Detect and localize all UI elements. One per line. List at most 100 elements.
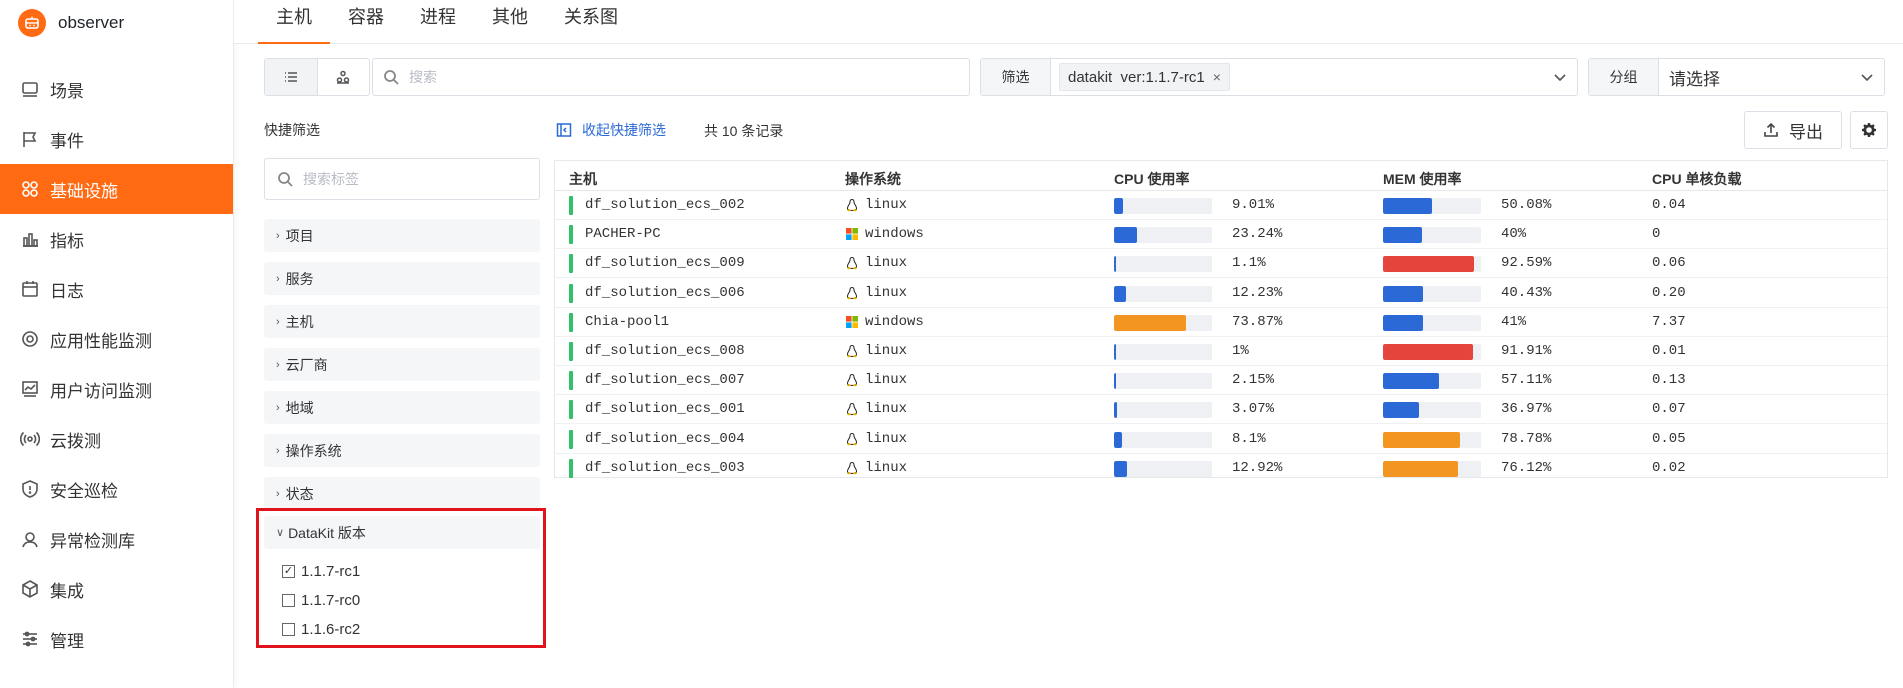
filter-tag[interactable]: datakit ver:1.1.7-rc1 × bbox=[1059, 63, 1230, 91]
mem-usage-bar bbox=[1383, 402, 1481, 419]
quick-filter-group-os[interactable]: › 操作系统 bbox=[264, 434, 540, 467]
datakit-option-label: 1.1.7-rc1 bbox=[301, 563, 361, 580]
filter-box[interactable]: 筛选 datakit ver:1.1.7-rc1 × bbox=[980, 58, 1578, 96]
host-name[interactable]: PACHER-PC bbox=[585, 226, 661, 242]
sidebar-item-manage[interactable]: 管理 bbox=[0, 614, 233, 664]
sidebar-item-infrastructure[interactable]: 基础设施 bbox=[0, 164, 233, 214]
tab-host[interactable]: 主机 bbox=[258, 0, 330, 44]
status-indicator bbox=[569, 342, 573, 361]
chevron-right-icon: › bbox=[276, 229, 280, 242]
host-name[interactable]: df_solution_ecs_008 bbox=[585, 343, 745, 359]
checkbox-checked-icon[interactable]: ✓ bbox=[282, 565, 295, 578]
table-row[interactable]: df_solution_ecs_009 linux 1.1% 92.59% 0.06 bbox=[555, 249, 1887, 279]
host-name[interactable]: df_solution_ecs_001 bbox=[585, 401, 745, 417]
observer-logo-icon bbox=[18, 9, 46, 37]
column-header-mem[interactable]: MEM 使用率 bbox=[1383, 169, 1462, 189]
sidebar-item-rum[interactable]: 用户访问监测 bbox=[0, 364, 233, 414]
cpu-usage-value: 8.1% bbox=[1232, 430, 1266, 447]
cpu-usage-bar bbox=[1114, 373, 1212, 390]
infrastructure-icon bbox=[20, 179, 40, 199]
linux-icon bbox=[845, 256, 859, 270]
os-cell: windows bbox=[845, 226, 924, 242]
list-view-button[interactable] bbox=[265, 59, 317, 95]
host-table: 主机 操作系统 CPU 使用率 MEM 使用率 CPU 单核负载 df_solu… bbox=[554, 160, 1888, 478]
sidebar-item-events[interactable]: 事件 bbox=[0, 114, 233, 164]
chevron-down-icon[interactable] bbox=[1553, 70, 1567, 84]
column-header-os[interactable]: 操作系统 bbox=[845, 169, 901, 189]
table-row[interactable]: df_solution_ecs_003 linux 12.92% 76.12% 0.02 bbox=[555, 454, 1887, 483]
sidebar-item-label: 用户访问监测 bbox=[50, 381, 152, 401]
remove-tag-icon[interactable]: × bbox=[1213, 69, 1221, 85]
sidebar-item-anomaly[interactable]: 异常检测库 bbox=[0, 514, 233, 564]
datakit-option[interactable]: ✓ 1.1.7-rc1 bbox=[282, 563, 360, 580]
quick-filter-group-label: DataKit 版本 bbox=[288, 524, 366, 541]
sidebar-item-dialtest[interactable]: 云拨测 bbox=[0, 414, 233, 464]
host-name[interactable]: df_solution_ecs_006 bbox=[585, 285, 745, 301]
chevron-right-icon: › bbox=[276, 272, 280, 285]
table-row[interactable]: Chia-pool1 windows 73.87% 41% 7.37 bbox=[555, 308, 1887, 337]
column-header-cpu[interactable]: CPU 使用率 bbox=[1114, 169, 1189, 189]
collapse-quick-filter-link[interactable]: 收起快捷筛选 bbox=[556, 120, 666, 140]
datakit-option[interactable]: 1.1.7-rc0 bbox=[282, 592, 360, 609]
mem-usage-bar bbox=[1383, 198, 1481, 214]
brand[interactable]: observer bbox=[0, 0, 233, 46]
mem-usage-value: 36.97% bbox=[1501, 401, 1552, 418]
table-row[interactable]: df_solution_ecs_008 linux 1% 91.91% 0.01 bbox=[555, 337, 1887, 366]
table-row[interactable]: df_solution_ecs_004 linux 8.1% 78.78% 0.05 bbox=[555, 425, 1887, 454]
host-name[interactable]: df_solution_ecs_009 bbox=[585, 255, 745, 271]
host-name[interactable]: df_solution_ecs_003 bbox=[585, 460, 745, 476]
os-name: windows bbox=[865, 313, 924, 330]
status-indicator bbox=[569, 371, 573, 391]
search-input[interactable] bbox=[409, 69, 969, 85]
sidebar-item-apm[interactable]: 应用性能监测 bbox=[0, 314, 233, 364]
datakit-option-label: 1.1.7-rc0 bbox=[301, 592, 361, 609]
table-row[interactable]: PACHER-PC windows 23.24% 40% 0 bbox=[555, 220, 1887, 250]
tag-search-input[interactable] bbox=[303, 171, 539, 187]
os-name: linux bbox=[865, 459, 908, 476]
cpu-usage-fill bbox=[1114, 373, 1117, 390]
table-row[interactable]: df_solution_ecs_007 linux 2.15% 57.11% 0.13 bbox=[555, 366, 1887, 396]
datakit-option[interactable]: 1.1.6-rc2 bbox=[282, 621, 360, 638]
checkbox-icon[interactable] bbox=[282, 594, 295, 607]
tab-process[interactable]: 进程 bbox=[402, 0, 474, 44]
host-name[interactable]: df_solution_ecs_004 bbox=[585, 431, 745, 447]
table-row[interactable]: df_solution_ecs_001 linux 3.07% 36.97% 0.07 bbox=[555, 395, 1887, 425]
quick-filter-group-region[interactable]: › 地域 bbox=[264, 391, 540, 424]
honeycomb-view-button[interactable] bbox=[316, 59, 370, 95]
cpu-load-value: 0 bbox=[1652, 226, 1661, 243]
mem-usage-fill bbox=[1383, 227, 1423, 244]
quick-filter-title: 快捷筛选 bbox=[264, 122, 320, 138]
sliders-icon bbox=[20, 629, 40, 649]
group-select[interactable]: 分组 请选择 bbox=[1588, 58, 1885, 96]
honeycomb-icon bbox=[337, 70, 350, 84]
host-name[interactable]: df_solution_ecs_007 bbox=[585, 372, 745, 388]
quick-filter-group-status[interactable]: › 状态 bbox=[264, 477, 540, 510]
cpu-usage-value: 3.07% bbox=[1232, 401, 1275, 418]
sidebar-item-metrics[interactable]: 指标 bbox=[0, 214, 233, 264]
tab-container[interactable]: 容器 bbox=[330, 0, 402, 44]
quick-filter-group-cloud[interactable]: › 云厂商 bbox=[264, 348, 540, 381]
table-row[interactable]: df_solution_ecs_006 linux 12.23% 40.43% 0.20 bbox=[555, 279, 1887, 308]
cpu-usage-bar bbox=[1114, 256, 1212, 273]
tab-topology[interactable]: 关系图 bbox=[546, 0, 636, 44]
column-header-load[interactable]: CPU 单核负载 bbox=[1652, 169, 1741, 189]
mem-usage-bar bbox=[1383, 227, 1481, 244]
sidebar-item-integration[interactable]: 集成 bbox=[0, 564, 233, 614]
host-name[interactable]: Chia-pool1 bbox=[585, 314, 669, 330]
quick-filter-group-datakit[interactable]: ∨ DataKit 版本 bbox=[264, 516, 540, 549]
quick-filter-group-project[interactable]: › 项目 bbox=[264, 219, 540, 252]
export-button[interactable]: 导出 bbox=[1744, 111, 1842, 149]
sidebar-item-scene[interactable]: 场景 bbox=[0, 64, 233, 114]
sidebar-item-security[interactable]: 安全巡检 bbox=[0, 464, 233, 514]
chevron-down-icon bbox=[1860, 70, 1874, 84]
column-header-host[interactable]: 主机 bbox=[569, 169, 597, 189]
checkbox-icon[interactable] bbox=[282, 623, 295, 636]
sidebar-item-logs[interactable]: 日志 bbox=[0, 264, 233, 314]
quick-filter-group-service[interactable]: › 服务 bbox=[264, 262, 540, 295]
cpu-usage-bar bbox=[1114, 285, 1212, 302]
table-row[interactable]: df_solution_ecs_002 linux 9.01% 50.08% 0.04 bbox=[555, 191, 1887, 220]
host-name[interactable]: df_solution_ecs_002 bbox=[585, 197, 745, 213]
quick-filter-group-host[interactable]: › 主机 bbox=[264, 305, 540, 338]
settings-button[interactable] bbox=[1850, 111, 1888, 149]
tab-other[interactable]: 其他 bbox=[474, 0, 546, 44]
